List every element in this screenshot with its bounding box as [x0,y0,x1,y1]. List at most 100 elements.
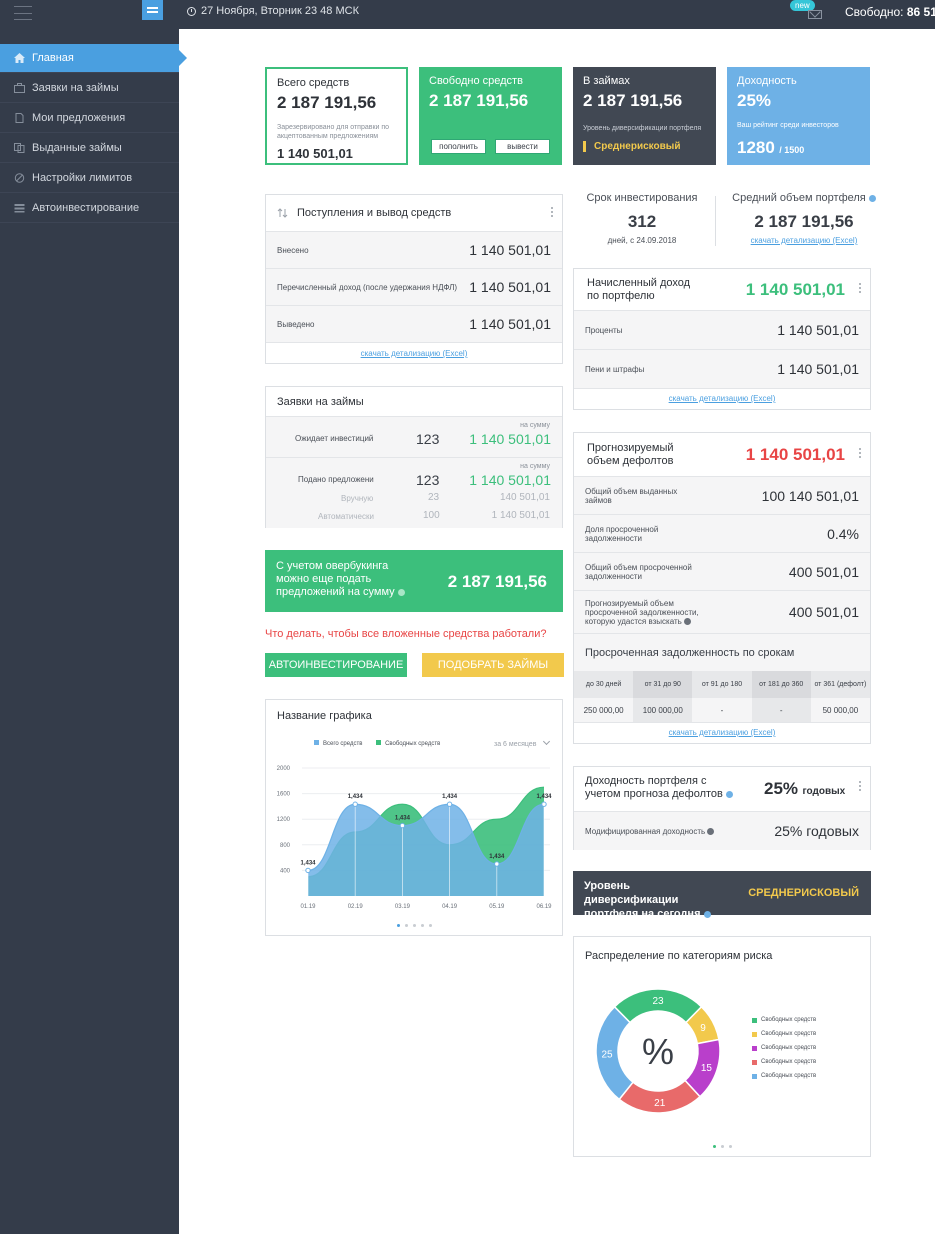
legend-item: Свободных средств [752,1017,816,1023]
x-tick-label: 04.19 [442,904,458,910]
pager-dots[interactable] [266,924,562,927]
income-card: Начисленный доход по портфелю 1 140 501,… [573,268,871,410]
requests-title: Заявки на займы [277,395,364,408]
pick-loans-button[interactable]: ПОДОБРАТЬ ЗАЙМЫ [422,653,564,677]
center-label: % [642,1031,674,1072]
overdue-col: от 31 до 90 100 000,00 [633,671,693,722]
data-label: 1,434 [300,860,316,866]
income-row: Проценты 1 140 501,01 [574,310,870,349]
info-icon[interactable] [707,827,715,835]
kpi-total-funds: Всего средств 2 187 191,56 Зарезервирова… [265,67,408,165]
pager-dots[interactable] [574,1145,870,1148]
top-bar: 27 Ноября, Вторник 23 48 МСК new Свободн… [0,0,935,29]
info-icon[interactable] [397,588,405,596]
area-chart-card: Название графика Всего средств Свободных… [265,699,563,936]
free-balance: Свободно: 86 510 [845,5,935,19]
overdue-col: от 181 до 360 - [751,671,811,722]
defaults-row: Доля просроченной задолженности 0.4% [574,514,870,552]
donut-chart: 23 9 15 21 25% [595,988,721,1114]
kpi-note: Ваш рейтинг среди инвесторов [737,122,839,129]
defaults-title: Прогнозируемый объем дефолтов [587,441,674,467]
help-question-link[interactable]: Что делать, чтобы все вложенные средства… [265,628,547,640]
y-tick-label: 1200 [277,817,291,823]
download-excel-link[interactable]: скачать детализацию (Excel) [574,728,870,737]
kpi-title: Всего средств [277,77,350,89]
more-icon[interactable] [551,207,554,217]
kpi-note: Зарезервировано для отправки по акцептов… [277,124,390,140]
kpi-value: 2 187 191,56 [583,91,683,110]
defaults-row: Общий объем просроченной задолженности 40… [574,552,870,590]
sidebar-item-limits[interactable]: Настройки лимитов [0,164,179,193]
sidebar-item-my-offers[interactable]: Мои предложения [0,104,179,133]
withdraw-button[interactable]: вывести [495,139,550,154]
slice-label: 25 [602,1050,614,1061]
legend-label: Свободных средств [761,1059,817,1065]
info-icon[interactable] [868,194,876,202]
chevron-down-icon [543,737,551,746]
x-tick-label: 03.19 [395,904,411,910]
legend-item: Свободных средств [752,1031,816,1037]
flows-row: Выведено 1 140 501,01 [266,305,562,342]
data-label: 1,434 [536,794,552,800]
investment-term: Срок инвестирования 312 дней, с 24.09.20… [586,192,698,245]
investor-rank: 1280 / 1500 [737,138,805,157]
sidebar-item-home[interactable]: Главная [0,44,187,73]
overdue-col: до 30 дней 250 000,00 [574,671,634,722]
kpi-value: 25% [737,91,772,110]
legend-label: Свободных средств [761,1073,817,1079]
requests-card: Заявки на займы Ожидает инвестиций 123 н… [265,386,563,528]
menu-toggle-button[interactable] [142,0,163,20]
y-tick-label: 2000 [277,766,291,772]
kpi-note: Уровень диверсификации портфеля [583,125,702,132]
more-icon[interactable] [859,781,862,791]
data-point [494,861,500,867]
menu-icon[interactable] [14,6,32,20]
info-icon[interactable] [703,910,711,918]
limit-icon [14,173,25,183]
income-title: Начисленный доход по портфелю [587,276,691,302]
sidebar-item-issued-loans[interactable]: Выданные займы [0,134,179,163]
defaults-row: Прогнозируемый объем просроченной задолж… [574,590,870,633]
legend-swatch [752,1059,757,1065]
more-icon[interactable] [859,448,862,458]
download-excel-link[interactable]: скачать детализацию (Excel) [266,349,562,358]
avg-portfolio: Средний объем портфеля 2 187 191,56 скач… [724,192,884,245]
requests-submitted-row: Подано предложени 123 на сумму 1 140 501… [266,457,562,528]
data-point [399,822,406,829]
defaults-value: 1 140 501,01 [745,444,845,464]
flows-row: Внесено 1 140 501,01 [266,231,562,268]
y-tick-label: 1600 [277,792,291,798]
portfolio-yield-value: 25% годовых [764,779,846,798]
x-tick-label: 06.19 [536,904,552,910]
slice-label: 23 [652,996,664,1007]
defaults-card: Прогнозируемый объем дефолтов 1 140 501,… [573,432,871,744]
overbooking-banner: С учетом овербукинга можно еще подать пр… [265,550,563,612]
flows-card: Поступления и вывод средств Внесено 1 140… [265,194,563,364]
y-tick-label: 400 [280,868,291,874]
legend-swatch [752,1017,757,1023]
kpi-free-funds: Свободно средств 2 187 191,56 пополнить … [419,67,562,165]
x-tick-label: 05.19 [489,904,505,910]
current-datetime: 27 Ноября, Вторник 23 48 МСК [187,5,359,17]
topup-button[interactable]: пополнить [431,139,486,154]
download-excel-link[interactable]: скачать детализацию (Excel) [724,236,884,245]
legend-label: Свободных средств [761,1017,817,1023]
overdue-table: до 30 дней 250 000,00 от 31 до 90 100 00… [574,671,871,722]
more-icon[interactable] [859,283,862,293]
info-icon[interactable] [725,790,733,798]
kpi-in-loans: В займах 2 187 191,56 Уровень диверсифик… [573,67,716,165]
auto-invest-button[interactable]: АВТОИНВЕСТИРОВАНИЕ [265,653,407,677]
diversification-banner: Уровень диверсификации портфеля на сегод… [573,871,871,920]
mail-icon[interactable] [808,10,822,19]
data-point [305,867,311,874]
kpi-reserved: 1 140 501,01 [277,146,353,161]
kpi-value: 2 187 191,56 [277,93,377,112]
sidebar-item-loan-requests[interactable]: Заявки на займы [0,74,179,103]
auto-invest-icon [14,204,25,213]
chart-title: Распределение по категориям риска [585,950,773,962]
period-select[interactable]: за 6 месяцев [494,737,551,748]
download-excel-link[interactable]: скачать детализацию (Excel) [574,394,870,403]
info-icon[interactable] [684,617,692,625]
sidebar-item-auto-invest[interactable]: Автоинвестирование [0,194,179,223]
legend-label: Свободных средств [761,1045,817,1051]
